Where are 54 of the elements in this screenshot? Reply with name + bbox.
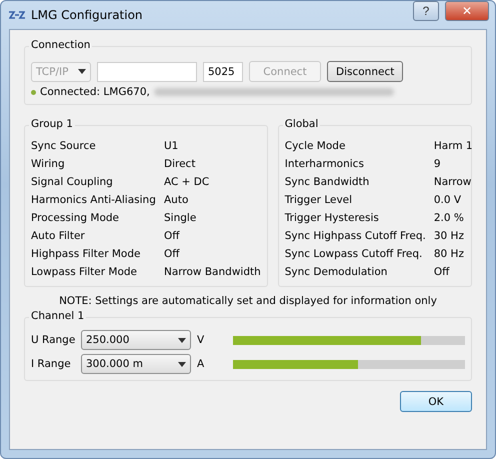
disconnect-button[interactable]: Disconnect [327, 61, 404, 82]
unit-label: A [197, 358, 206, 370]
caret-icon [178, 362, 186, 366]
setting-value: AC + DC [164, 176, 210, 188]
group-title: Group 1 [29, 118, 75, 130]
range-label: I Range [31, 358, 72, 370]
port-field[interactable]: 5025 [203, 62, 243, 82]
setting-label: Cycle Mode [284, 140, 346, 152]
setting-label: Sync Highpass Cutoff Freq. [284, 230, 426, 242]
note-text: NOTE: Settings are automatically set and displayed for information only [59, 295, 437, 307]
setting-value: Narrow [434, 176, 472, 188]
setting-label: Wiring [31, 158, 66, 170]
group-title: Global [282, 118, 320, 130]
setting-value: 30 Hz [434, 230, 465, 242]
setting-label: Highpass Filter Mode [31, 248, 142, 260]
setting-value: Single [164, 212, 198, 224]
setting-label: Trigger Hysteresis [284, 212, 380, 224]
setting-value: 0.0 V [434, 194, 462, 206]
group-title: Connection [29, 39, 92, 51]
setting-value: U1 [164, 140, 180, 152]
setting-label: Sync Lowpass Cutoff Freq. [284, 248, 424, 260]
range-dropdown[interactable]: 250.000 [81, 330, 191, 350]
setting-label: Signal Coupling [31, 176, 114, 188]
address-field[interactable] [97, 62, 197, 82]
setting-value: Direct [164, 158, 196, 170]
setting-value: Off [434, 266, 450, 278]
setting-value: Off [164, 248, 181, 260]
window-title: LMG Configuration [31, 8, 144, 22]
setting-label: Harmonics Anti-Aliasing [31, 194, 156, 206]
setting-value: Narrow Bandwidth [164, 266, 261, 278]
logo-icon [9, 11, 25, 19]
unit-label: V [197, 334, 206, 346]
range-label: U Range [31, 334, 75, 346]
ok-button[interactable]: OK [400, 391, 472, 412]
group-title: Channel 1 [29, 310, 86, 322]
setting-label: Interharmonics [284, 158, 365, 170]
setting-value: Off [164, 230, 181, 242]
setting-label: Lowpass Filter Mode [31, 266, 138, 278]
setting-label: Trigger Level [284, 194, 354, 206]
setting-label: Sync Source [31, 140, 97, 152]
setting-value: 2.0 % [434, 212, 465, 224]
setting-label: Sync Demodulation [284, 266, 388, 278]
setting-label: Auto Filter [31, 230, 86, 242]
setting-value: 80 Hz [434, 248, 465, 260]
help-button[interactable]: ? [413, 1, 439, 21]
setting-value: Harm 1 [434, 140, 473, 152]
setting-value: Auto [164, 194, 190, 206]
caret-icon [78, 69, 86, 74]
setting-label: Sync Bandwidth [284, 176, 370, 188]
status-text: Connected: LMG670, [40, 86, 150, 98]
setting-value: 9 [434, 158, 442, 170]
range-dropdown[interactable]: 300.000 m [81, 354, 191, 374]
setting-label: Processing Mode [31, 212, 120, 224]
caret-icon [178, 338, 186, 342]
